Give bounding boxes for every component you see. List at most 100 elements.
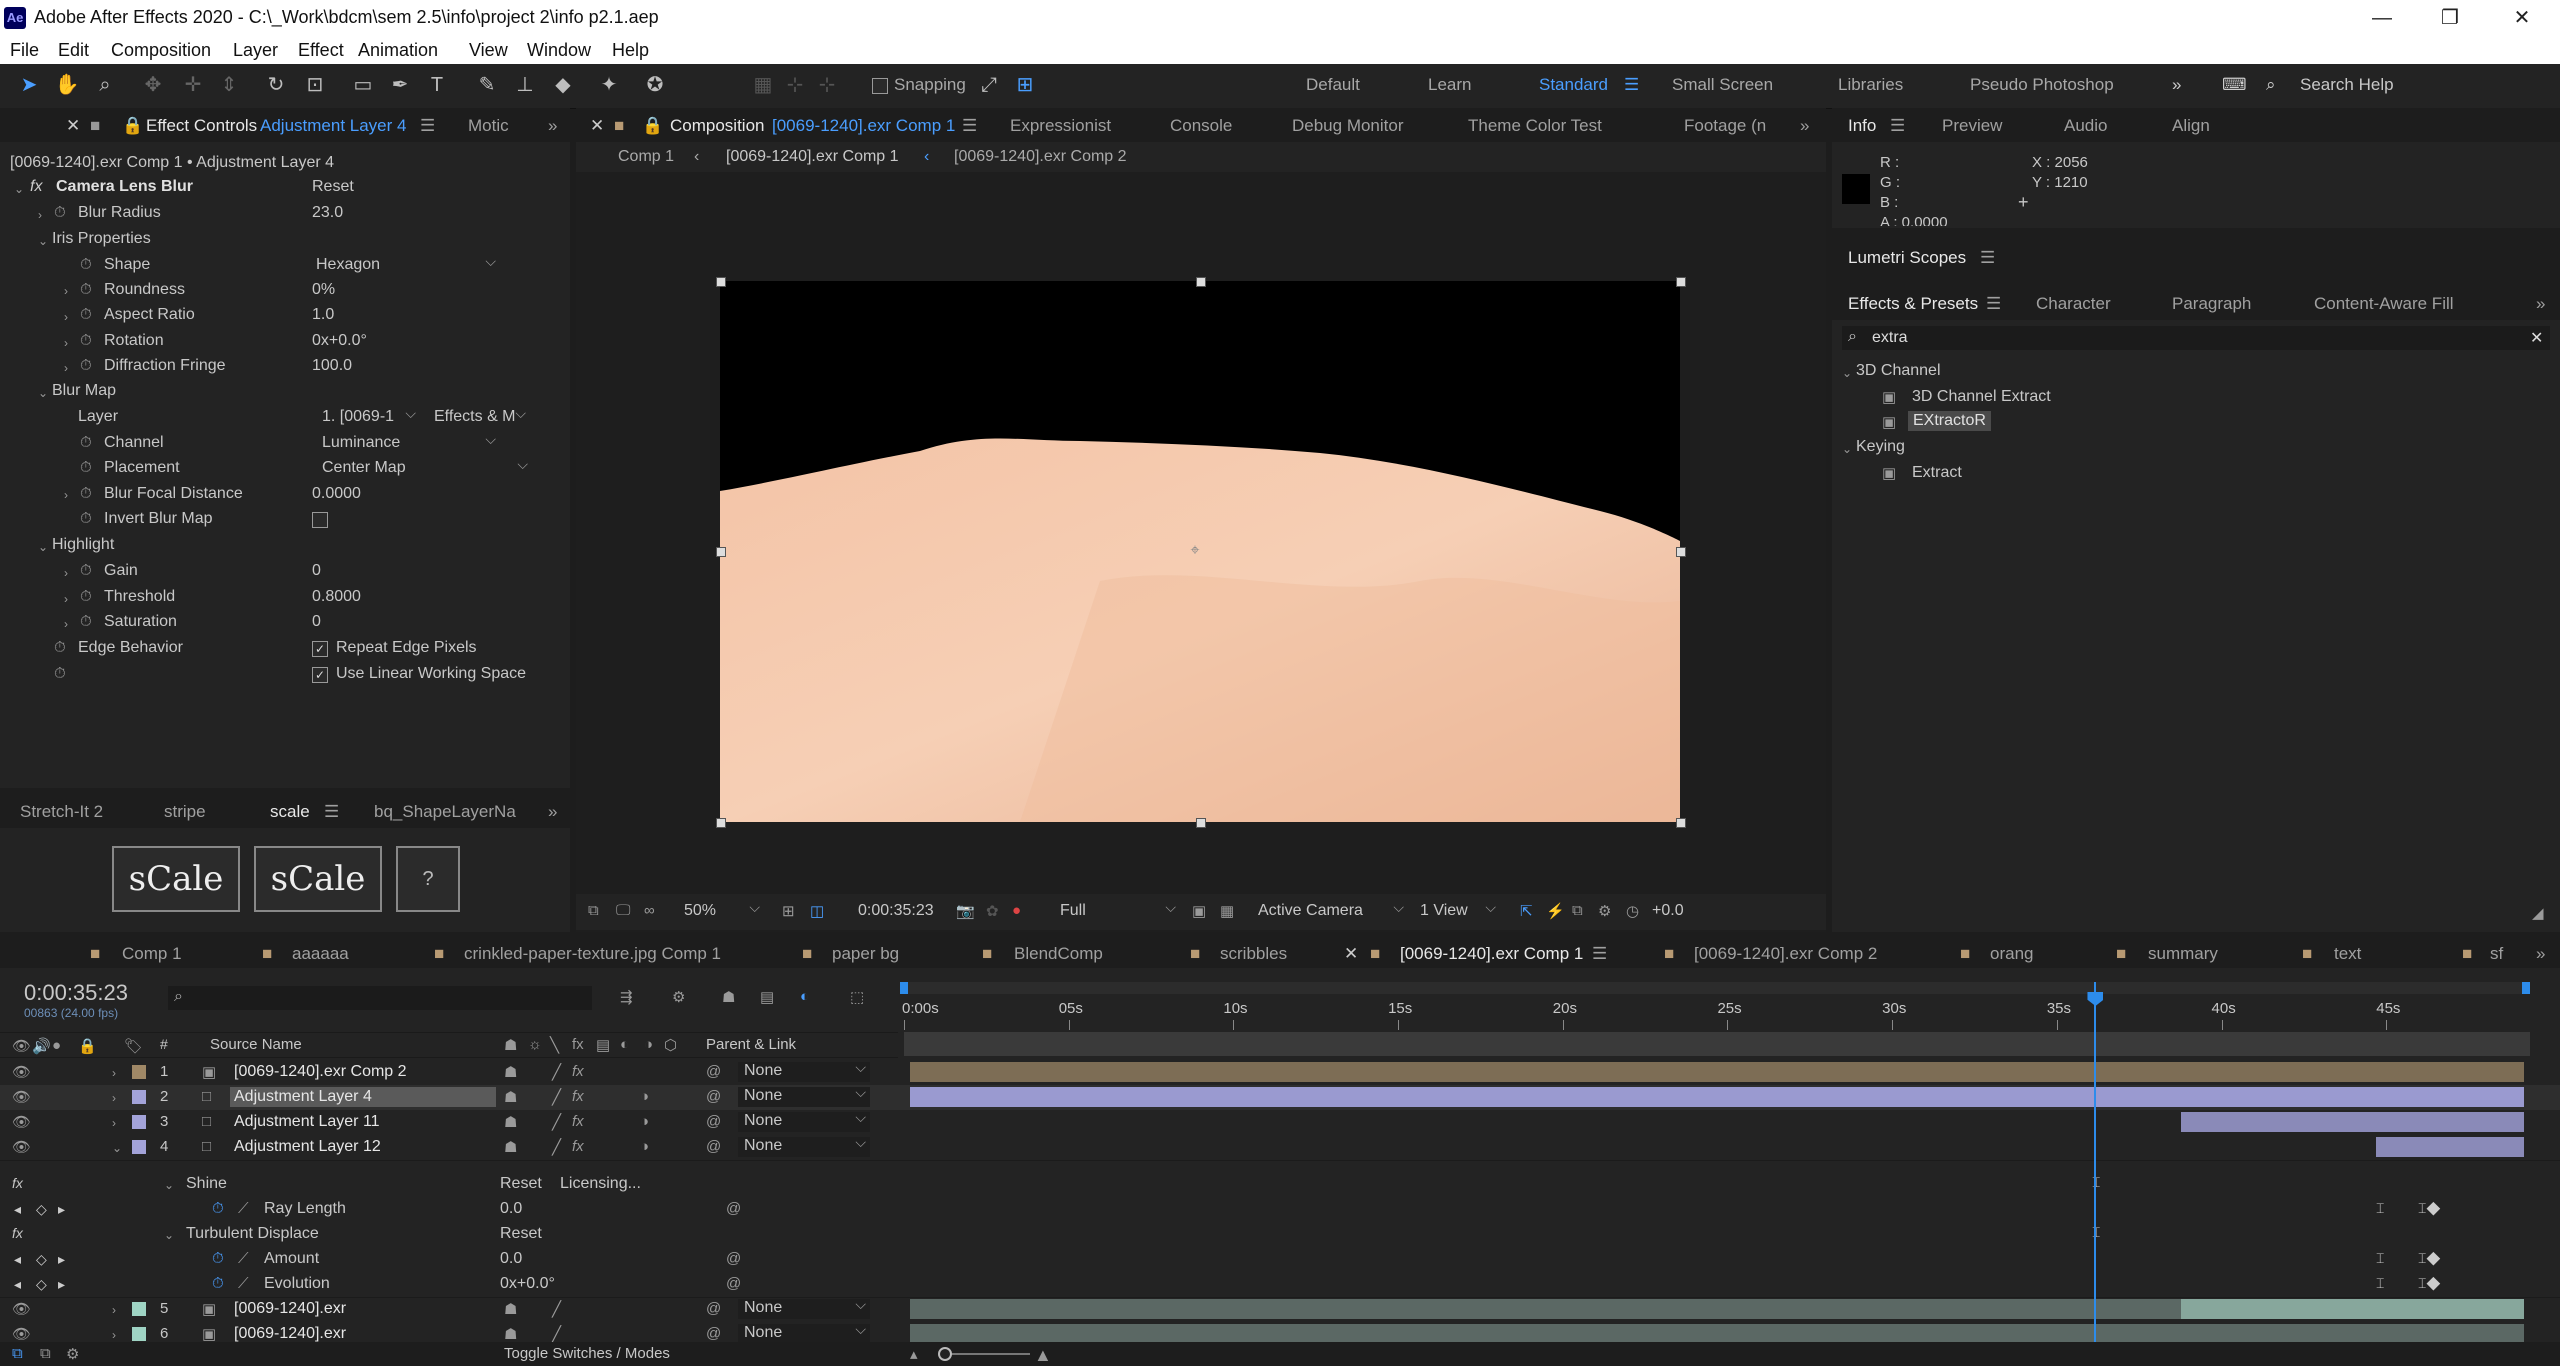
axis-view-icon[interactable]: ⊹ [814,72,840,98]
shy-icon[interactable]: ☗ [722,988,735,1006]
stopwatch-icon[interactable]: ⏱ [80,281,92,298]
collapse-icon[interactable]: › [64,361,68,375]
tab-character[interactable]: Character [2036,294,2111,314]
collapse-icon[interactable]: › [112,1116,116,1130]
parent-pickwhip-icon[interactable]: @ [706,1325,721,1342]
next-keyframe-icon[interactable]: ▸ [58,1251,65,1268]
layer-duration-bar[interactable] [2375,1137,2524,1157]
layer-name[interactable]: Adjustment Layer 11 [230,1112,496,1132]
transfer-controls-icon[interactable]: ⧉ [40,1345,51,1362]
tab-expressionist[interactable]: Expressionist [1010,116,1111,136]
tab-content-aware-fill[interactable]: Content-Aware Fill [2314,294,2454,314]
stopwatch-icon[interactable]: ⏱ [54,639,66,656]
rectangle-tool-icon[interactable]: ▭ [350,72,376,98]
type-tool-icon[interactable]: T [424,72,450,98]
rotation-tool-icon[interactable]: ↻ [263,72,289,98]
add-keyframe-icon[interactable]: ◇ [36,1201,47,1218]
brush-tool-icon[interactable]: ✎ [474,72,500,98]
workspace-menu-icon[interactable]: ☰ [1624,75,1639,95]
shine-reset-link[interactable]: Reset [500,1175,542,1193]
shape-dropdown[interactable]: Hexagon [316,253,500,276]
work-area-bar[interactable] [904,982,2530,994]
group-keying[interactable]: Keying [1856,438,1905,456]
quality-switch-icon[interactable]: ╱ [552,1300,561,1318]
fx-switch-icon[interactable]: fx [572,1138,584,1155]
expand-icon[interactable]: ⌄ [38,234,48,248]
search-help-input[interactable]: Search Help [2300,75,2394,95]
parent-pickwhip-icon[interactable]: @ [706,1113,721,1130]
resolution-dropdown[interactable]: Full [1060,899,1180,922]
expression-pickwhip-icon[interactable]: @ [726,1200,741,1217]
video-visibility-icon[interactable]: 👁 [12,1138,31,1156]
prev-keyframe-icon[interactable]: ◂ [14,1201,21,1218]
flow-comp-2[interactable]: [0069-1240].exr Comp 2 [954,148,1127,166]
expand-icon[interactable]: ⌄ [1842,366,1852,380]
stopwatch-icon[interactable]: ⏱ [212,1275,224,1292]
tab-info[interactable]: Info [1848,116,1876,136]
video-visibility-icon[interactable]: 👁 [12,1063,31,1081]
stopwatch-icon[interactable]: ⏱ [80,332,92,349]
snapshot-icon[interactable]: 📷 [956,902,975,920]
workspace-overflow-icon[interactable]: » [2172,75,2181,95]
tab-close-icon[interactable]: ✕ [590,116,604,136]
help-button[interactable]: ? [396,846,460,912]
solo-toggle-icon[interactable]: ● [52,1037,61,1054]
tab-footage[interactable]: Footage (n [1684,116,1780,136]
tab-stripe[interactable]: stripe [164,802,206,822]
keyframe-marker[interactable]: ⌶ [2376,1200,2384,1217]
eraser-tool-icon[interactable]: ◆ [550,72,576,98]
effect-item-3d-channel-extract[interactable]: 3D Channel Extract [1912,388,2051,406]
stopwatch-icon[interactable]: ⏱ [212,1250,224,1267]
monitor-icon[interactable]: 🖵 [616,902,630,919]
parent-dropdown[interactable]: None [738,1109,870,1132]
video-visibility-icon[interactable]: 👁 [12,1113,31,1131]
show-snapshot-icon[interactable]: ✿ [986,902,999,920]
camera-dropdown[interactable]: Active Camera [1258,899,1408,922]
scale-button-2[interactable]: sCale [254,846,382,912]
bounding-handle[interactable] [716,818,726,828]
effect-reset-link[interactable]: Reset [312,178,354,196]
panel-menu-icon[interactable]: ☰ [1980,248,1995,268]
panel-menu-icon[interactable]: ☰ [962,116,977,136]
pan-tool-icon[interactable]: ✛ [180,72,206,98]
scale-button-1[interactable]: sCale [112,846,240,912]
keyframe-marker[interactable]: ⌶◆ [2418,1200,2440,1217]
zoom-in-icon[interactable]: ▲ [1034,1345,1052,1366]
layer-name[interactable]: [0069-1240].exr [230,1299,496,1319]
collapse-icon[interactable]: › [64,310,68,324]
layer-row[interactable]: 👁 › 3 □ Adjustment Layer 11 ☗ ╱ fx ◑ @ None [0,1109,2560,1136]
lock-icon[interactable]: 🔒 [642,116,663,136]
tab-paragraph[interactable]: Paragraph [2172,294,2251,314]
invert-blur-map-checkbox[interactable] [312,512,328,528]
layer-switches-icon[interactable]: ⧉ [12,1345,23,1362]
tab-theme-color-test[interactable]: Theme Color Test [1468,116,1602,136]
group-3d-channel[interactable]: 3D Channel [1856,362,1941,380]
tab-scribbles[interactable]: scribbles [1220,944,1287,964]
parent-pickwhip-icon[interactable]: @ [706,1088,721,1105]
timeline-icon[interactable]: ⧉ [1572,902,1583,919]
tab-shapelayer[interactable]: bq_ShapeLayerNa [374,802,516,822]
snap-feature-icon[interactable]: ⊞ [1012,72,1038,98]
keyframe-marker[interactable]: ⌶◆ [2418,1250,2440,1267]
effect-item-extractor[interactable]: EXtractoR [1908,411,1991,431]
stopwatch-icon[interactable]: ⏱ [80,434,92,451]
shy-switch-icon[interactable]: ☗ [504,1088,517,1106]
layer-name[interactable]: Adjustment Layer 4 [230,1087,496,1107]
layer-row[interactable]: 👁 › 2 □ Adjustment Layer 4 ☗ ╱ fx ◑ @ None [0,1084,2560,1111]
tab-preview[interactable]: Preview [1942,116,2002,136]
column-source-name[interactable]: Source Name [210,1036,302,1053]
stopwatch-icon[interactable]: ⏱ [80,613,92,630]
placement-dropdown[interactable]: Center Map [322,456,532,479]
in-out-panes-icon[interactable]: ⚙ [66,1345,79,1363]
tab-aaaaaa[interactable]: aaaaaa [292,944,349,964]
fx-icon[interactable]: fx [12,1225,23,1241]
panel-menu-icon[interactable]: ☰ [324,802,339,822]
prop-blur-radius-value[interactable]: 23.0 [312,204,343,222]
stopwatch-icon[interactable]: ⏱ [80,485,92,502]
menu-animation[interactable]: Animation [358,40,438,61]
tab-comp-name[interactable]: [0069-1240].exr Comp 1 [772,116,955,136]
prop-aspect-ratio-value[interactable]: 1.0 [312,306,334,324]
time-ruler[interactable]: 0:00s 05s 10s 15s 20s 25s 30s 35s 40s 45s [900,982,2530,1032]
collapse-icon[interactable]: › [112,1303,116,1317]
collapse-icon[interactable]: › [64,488,68,502]
